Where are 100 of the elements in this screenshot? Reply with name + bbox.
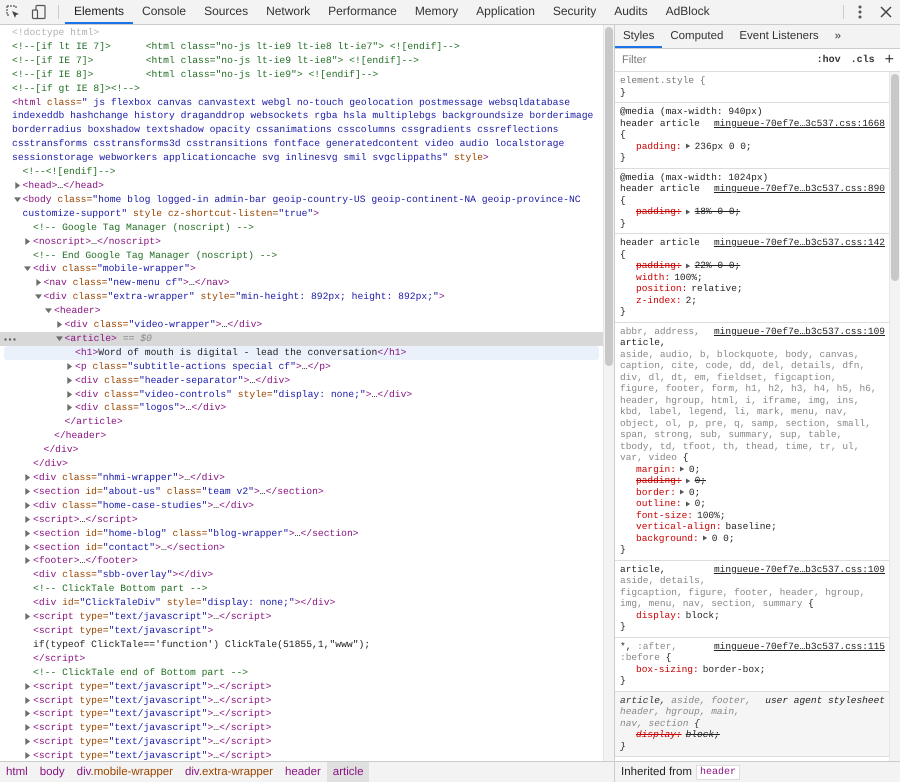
sidebar-tab[interactable]: Event Listeners [731,25,827,48]
dom-tree-row[interactable]: <!--[if IE 7]> <html class="no-js lt-ie9 lt-ie8"> <![endif]--> [0,54,603,68]
dom-tree-row[interactable]: <!--[if gt IE 8]><!--> [0,82,603,96]
dom-tree-row[interactable]: <head>…</head> [0,178,603,193]
dom-tree-row[interactable]: <script type="text/javascript">…</script> [0,680,603,694]
panel-tab[interactable]: Audits [605,0,657,24]
source-link[interactable]: mingueue-70ef7e…b3c537.css:109 [714,564,885,575]
triangle-down-icon[interactable] [34,293,42,300]
scrollbar-thumb[interactable] [891,74,899,281]
inherited-element-link[interactable]: header [696,764,740,780]
css-property[interactable]: font-size: [636,510,694,521]
css-value[interactable]: 0 0; [712,532,735,544]
triangle-right-icon[interactable] [686,500,691,507]
dom-tree-row[interactable]: <!--[if IE 8]> <html class="no-js lt-ie9"> <![endif]--> [0,68,603,82]
triangle-right-icon[interactable] [24,682,31,690]
css-property[interactable]: outline: [636,498,682,510]
dom-tree-row[interactable]: <!-- End Google Tag Manager (noscript) --> [0,248,603,262]
dom-tree-row[interactable]: <body class="home blog logged-in admin-bar geoip-country-US geoip-continent-NA geoip-province-NC customize-support" style cz-shortcut-listen="true"> [0,192,603,221]
dom-tree-row[interactable]: </script> [0,652,603,666]
dom-tree-row[interactable]: <p class="subtitle-actions special cf">…</p> [0,360,603,374]
triangle-right-icon[interactable] [686,478,691,484]
css-value[interactable]: 0; [694,498,706,510]
dom-tree-row[interactable]: <div class="video-wrapper">…</div> [0,318,603,332]
dom-tree-row[interactable]: <section id="home-blog" class="blog-wrapper">…</section> [0,526,603,541]
panel-tab[interactable]: Application [467,0,544,24]
dom-tree-row[interactable]: <h1>Word of mouth is digital - lead the conversation</h1> [4,346,599,360]
dom-tree-row[interactable]: <script type="text/javascript">…</script> [0,707,603,722]
scrollbar-track[interactable] [603,25,614,761]
dom-tree-row[interactable]: <div class="nhmi-wrapper">…</div> [0,471,603,485]
css-property[interactable]: position: [636,283,688,294]
css-property[interactable]: padding: [636,260,682,272]
dom-tree-row[interactable]: <div class="logos">…</div> [0,401,603,416]
triangle-right-icon[interactable] [66,404,73,412]
dom-tree-row[interactable]: <script>…</script> [0,512,603,527]
panel-tab[interactable]: Network [257,0,320,24]
dom-tree-row[interactable]: <!--<![endif]--> [0,165,603,179]
dom-tree-row[interactable]: <!-- ClickTale end of Bottom part --> [0,666,603,680]
triangle-right-icon[interactable] [24,738,31,746]
dom-tree-row[interactable]: <article> == $0 [0,332,603,346]
triangle-right-icon[interactable] [680,466,685,472]
triangle-right-icon[interactable] [24,474,31,481]
css-property[interactable]: display: [636,729,682,740]
dom-tree-row[interactable]: <nav class="new-menu cf">…</nav> [0,276,603,290]
css-property[interactable]: padding: [636,475,682,486]
more-tabs-button[interactable]: » [826,25,850,48]
dom-tree-row[interactable]: <!-- Google Tag Manager (noscript) --> [0,220,603,235]
scrollbar-thumb[interactable] [605,27,613,366]
dom-tree-row[interactable]: <script type="text/javascript">…</script> [0,694,603,708]
source-link[interactable]: mingueue-70ef7e…b3c537.css:115 [714,640,885,652]
source-link[interactable]: mingueue-70ef7e…b3c537.css:109 [714,326,885,337]
dom-tree-row[interactable]: <script type="text/javascript">…</script> [0,749,603,761]
dom-tree-row[interactable]: <noscript>…</noscript> [0,234,603,248]
triangle-right-icon[interactable] [24,613,31,620]
toggle-button[interactable]: :hov [814,54,843,66]
dom-tree-row[interactable]: <script type="text/javascript">…</script> [0,610,603,624]
triangle-down-icon[interactable] [24,265,31,272]
panel-tab[interactable]: Performance [319,0,406,24]
source-link[interactable]: mingueue-70ef7e…b3c537.css:890 [714,183,885,194]
more-icon[interactable] [4,338,16,341]
css-property[interactable]: display: [636,610,682,621]
source-link[interactable]: mingueue-70ef7e…b3c537.css:142 [714,237,885,248]
css-property[interactable]: padding: [636,206,682,218]
triangle-right-icon[interactable] [680,489,685,496]
new-rule-button[interactable]: + [882,51,896,69]
dom-tree-row[interactable]: <div class="sbb-overlay"></div> [0,568,603,582]
sidebar-tab[interactable]: Computed [662,25,732,48]
css-value[interactable]: relative; [691,283,743,294]
triangle-right-icon[interactable] [24,516,31,523]
triangle-right-icon[interactable] [686,262,691,269]
dom-tree-row[interactable]: <!--[if lt IE 7]> <html class="no-js lt-ie9 lt-ie8 lt-ie7"> <![endif]--> [0,40,603,54]
panel-tab[interactable]: Console [133,0,196,24]
dom-tree-row[interactable]: <header> [0,304,603,318]
css-value[interactable]: 0; [688,464,700,475]
css-property[interactable]: margin: [636,464,676,475]
source-link[interactable]: mingueue-70ef7e…3c537.css:1668 [714,118,885,129]
css-value[interactable]: border-box; [702,664,766,675]
panel-tab[interactable]: Sources [195,0,258,24]
triangle-down-icon[interactable] [45,307,52,314]
dom-tree-row[interactable]: <div class="header-separator">…</div> [0,374,603,388]
triangle-right-icon[interactable] [24,710,31,718]
css-value[interactable]: 236px 0 0; [694,140,752,152]
css-value[interactable]: 18% 0 0; [694,206,740,218]
device-toolbar-icon[interactable] [31,4,47,20]
triangle-right-icon[interactable] [66,362,73,370]
triangle-right-icon[interactable] [14,182,20,189]
dom-tree-row[interactable]: <div class="extra-wrapper" style="min-height: 892px; height: 892px;"> [0,290,603,304]
triangle-right-icon[interactable] [24,530,31,537]
css-property[interactable]: background: [636,532,699,544]
css-value[interactable]: 2; [686,294,698,306]
css-value[interactable]: 100%; [697,510,726,521]
triangle-right-icon[interactable] [24,238,31,245]
css-property[interactable]: padding: [636,140,682,152]
dom-tree-row[interactable]: <section id="about-us" class="team v2">…</section> [0,484,603,499]
dom-tree-row[interactable]: <div class="video-controls" style="display: none;">…</div> [0,388,603,402]
dom-tree-row[interactable]: <script type="text/javascript">…</script> [0,721,603,736]
triangle-right-icon[interactable] [34,279,42,286]
panel-tab[interactable]: Memory [406,0,468,24]
triangle-right-icon[interactable] [24,502,31,509]
dom-tree-row[interactable]: <script type="text/javascript">…</script> [0,735,603,750]
triangle-right-icon[interactable] [56,321,62,328]
